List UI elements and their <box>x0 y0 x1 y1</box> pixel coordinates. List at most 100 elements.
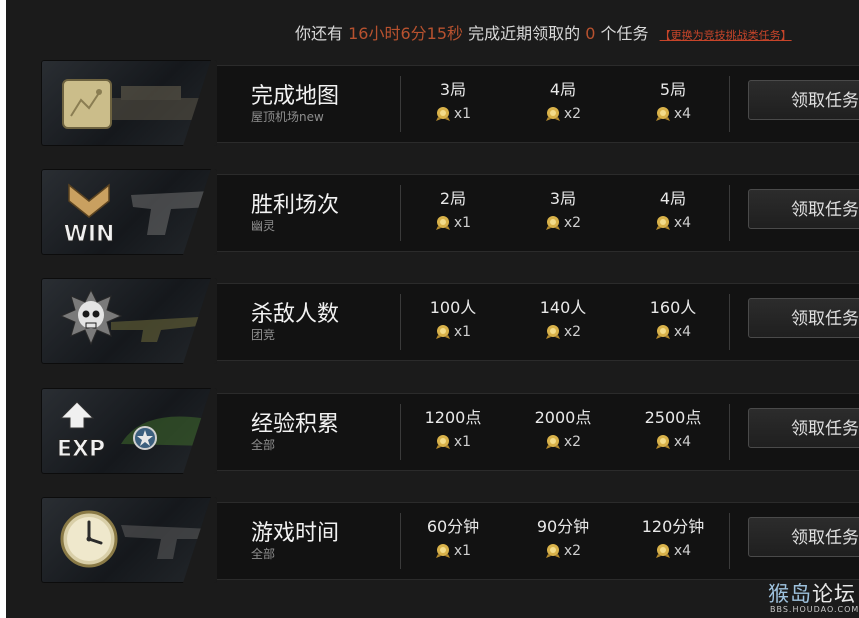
medal-icon <box>435 216 450 230</box>
tier-reward: x1 <box>408 324 498 340</box>
medal-icon <box>545 544 560 558</box>
tier-1: 1200点 x1 <box>408 404 498 450</box>
medal-icon <box>435 107 450 121</box>
tier-3: 160人 x4 <box>628 294 718 340</box>
reward-multiplier: x4 <box>673 324 692 340</box>
header-middle: 完成近期领取的 <box>468 24 581 43</box>
claim-task-button[interactable]: 领取任务 <box>748 298 859 338</box>
reward-multiplier: x2 <box>563 543 582 559</box>
task-timer-text: 你还有 16小时6分15秒 完成近期领取的 0 个任务 【更换为竞技挑战类任务】 <box>295 20 792 44</box>
medal-icon <box>435 544 450 558</box>
medal-icon <box>545 216 560 230</box>
tier-3: 2500点 x4 <box>628 404 718 450</box>
medal-icon <box>435 435 450 449</box>
tier-requirement: 60分钟 <box>426 517 480 536</box>
win-icon: WIN <box>63 183 115 247</box>
tier-requirement: 100人 <box>429 298 477 317</box>
reward-multiplier: x2 <box>563 324 582 340</box>
reward-multiplier: x2 <box>563 215 582 231</box>
tier-requirement: 120分钟 <box>641 517 705 536</box>
task-subtitle: 全部 <box>251 547 276 561</box>
tier-requirement: 90分钟 <box>536 517 590 536</box>
svg-text:EXP: EXP <box>57 437 105 462</box>
tier-reward: x2 <box>518 215 608 231</box>
tier-reward: x2 <box>518 106 608 122</box>
tier-reward: x4 <box>628 215 718 231</box>
divider <box>729 185 730 241</box>
task-bar: 完成地图 屋顶机场new 3局 x1 4局 x2 5局 x4 领取任务 <box>217 65 859 143</box>
reward-multiplier: x1 <box>453 543 472 559</box>
task-title: 经验积累 <box>251 412 340 437</box>
task-title: 胜利场次 <box>251 193 340 218</box>
tier-requirement: 4局 <box>659 189 687 208</box>
task-thumbnail <box>41 60 217 146</box>
tier-3: 120分钟 x4 <box>628 513 718 559</box>
task-subtitle: 全部 <box>251 438 276 452</box>
task-row: EXP 经验积累 全部 1200点 x1 2000点 x2 2500点 x4 领… <box>41 388 859 474</box>
tier-2: 4局 x2 <box>518 76 608 122</box>
tier-2: 140人 x2 <box>518 294 608 340</box>
medal-icon <box>545 435 560 449</box>
reward-multiplier: x2 <box>563 434 582 450</box>
exp-icon: EXP <box>57 401 157 463</box>
task-subtitle: 团竞 <box>251 328 276 342</box>
tier-2: 3局 x2 <box>518 185 608 231</box>
tier-requirement: 2局 <box>439 189 467 208</box>
medal-icon <box>545 107 560 121</box>
tier-reward: x1 <box>408 215 498 231</box>
divider <box>400 294 401 350</box>
watermark-name-a: 猴岛 <box>768 582 812 606</box>
tier-reward: x1 <box>408 106 498 122</box>
divider <box>729 294 730 350</box>
task-thumbnail: EXP <box>41 388 217 474</box>
task-bar: 杀敌人数 团竞 100人 x1 140人 x2 160人 x4 领取任务 <box>217 283 859 361</box>
claim-task-button[interactable]: 领取任务 <box>748 408 859 448</box>
task-header: 你还有 16小时6分15秒 完成近期领取的 0 个任务 【更换为竞技挑战类任务】 <box>6 18 859 46</box>
reward-multiplier: x1 <box>453 215 472 231</box>
divider <box>400 404 401 460</box>
medal-icon <box>655 544 670 558</box>
reward-multiplier: x4 <box>673 215 692 231</box>
switch-task-type-link[interactable]: 【更换为竞技挑战类任务】 <box>660 29 792 42</box>
task-subtitle: 屋顶机场new <box>251 110 324 124</box>
tier-1: 3局 x1 <box>408 76 498 122</box>
medal-icon <box>435 325 450 339</box>
task-count: 0 <box>585 24 596 43</box>
tier-1: 100人 x1 <box>408 294 498 340</box>
divider <box>400 513 401 569</box>
svg-text:WIN: WIN <box>64 222 115 247</box>
task-thumbnail <box>41 278 217 364</box>
time-left: 16小时6分15秒 <box>348 24 464 43</box>
tier-requirement: 1200点 <box>424 408 482 427</box>
tier-requirement: 2500点 <box>644 408 702 427</box>
watermark-name-b: 论坛 <box>812 582 856 606</box>
claim-task-button[interactable]: 领取任务 <box>748 80 859 120</box>
watermark-logo: 猴岛论坛 <box>768 578 856 608</box>
clock-icon <box>60 510 118 568</box>
tier-2: 2000点 x2 <box>518 404 608 450</box>
divider <box>729 404 730 460</box>
claim-task-button[interactable]: 领取任务 <box>748 189 859 229</box>
task-row: WIN 胜利场次 幽灵 2局 x1 3局 x2 4局 x4 领取任务 <box>41 169 859 255</box>
task-title: 游戏时间 <box>251 521 340 546</box>
header-suffix: 个任务 <box>600 24 649 43</box>
task-title: 杀敌人数 <box>251 302 340 327</box>
task-row: 完成地图 屋顶机场new 3局 x1 4局 x2 5局 x4 领取任务 <box>41 60 859 146</box>
forum-watermark: 猴岛论坛 BBS.HOUDAO.COM <box>768 578 859 614</box>
reward-multiplier: x2 <box>563 106 582 122</box>
divider <box>729 513 730 569</box>
reward-multiplier: x4 <box>673 106 692 122</box>
tier-reward: x1 <box>408 434 498 450</box>
tier-2: 90分钟 x2 <box>518 513 608 559</box>
medal-icon <box>655 325 670 339</box>
task-thumbnail <box>41 497 217 583</box>
reward-multiplier: x4 <box>673 434 692 450</box>
tier-1: 2局 x1 <box>408 185 498 231</box>
tier-requirement: 5局 <box>659 80 687 99</box>
map-icon <box>62 79 112 129</box>
divider <box>400 185 401 241</box>
reward-multiplier: x1 <box>453 434 472 450</box>
claim-task-button[interactable]: 领取任务 <box>748 517 859 557</box>
task-title: 完成地图 <box>251 84 340 109</box>
tier-reward: x1 <box>408 543 498 559</box>
